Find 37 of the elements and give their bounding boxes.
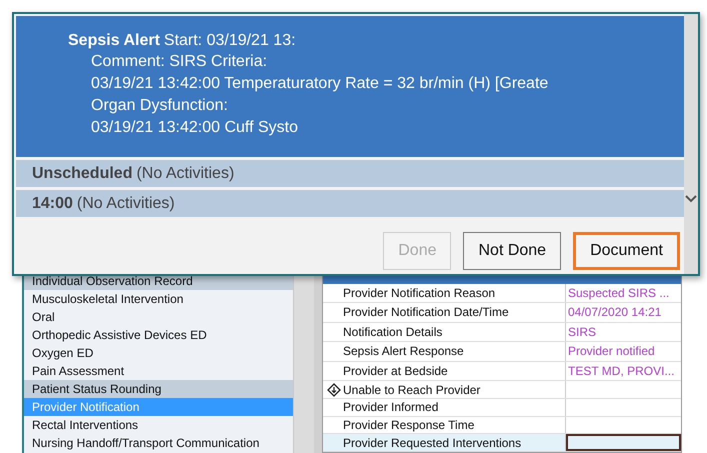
field-label: Provider at Bedside — [342, 364, 448, 378]
field-label: Provider Requested Interventions — [342, 436, 522, 450]
list-item[interactable]: Nursing Handoff/Transport Communication — [24, 434, 293, 452]
field-label: Provider Response Time — [342, 418, 474, 432]
section-note: (No Activities) — [136, 164, 234, 182]
chevron-down-icon[interactable] — [684, 194, 698, 204]
alert-line: 03/19/21 13:42:00 Cuff Systo — [90, 118, 299, 138]
list-item[interactable]: Orthopedic Assistive Devices ED — [24, 326, 293, 344]
list-item[interactable]: Oxygen ED — [24, 344, 293, 362]
list-item[interactable]: Rectal Interventions — [24, 416, 293, 434]
list-item[interactable]: Oral — [24, 308, 293, 326]
field-label: Provider Informed — [342, 400, 438, 414]
value-cell[interactable] — [566, 434, 681, 452]
scrollbar[interactable] — [684, 14, 698, 274]
list-item[interactable]: Pain Assessment — [24, 362, 293, 380]
section-note: (No Activities) — [76, 194, 175, 212]
field-label: Unable to Reach Provider — [343, 382, 480, 396]
alert-line: Comment: SIRS Criteria: — [90, 52, 268, 72]
alert-start: Start: 03/19/21 13: — [164, 32, 296, 50]
dialog-button[interactable]: Not Done — [463, 232, 562, 270]
value-cell[interactable]: SIRS — [566, 322, 681, 342]
value-cell[interactable]: TEST MD, PROVI... — [566, 362, 681, 380]
field-label: Provider Notification Date/Time — [342, 305, 509, 320]
alert-title: Sepsis Alert — [68, 32, 160, 50]
section-time: Unscheduled — [32, 164, 132, 182]
field-label: Sepsis Alert Response — [342, 344, 464, 358]
value-cell[interactable]: 04/07/2020 14:21 — [566, 303, 681, 322]
value-cell[interactable]: Provider notified — [566, 342, 681, 361]
field-label: Provider Notification Reason — [342, 286, 496, 300]
list-item[interactable]: Musculoskeletal Intervention — [24, 290, 293, 308]
dialog-button[interactable]: Document — [573, 232, 680, 270]
alert-line: 03/19/21 13:42:00 Temperaturatory Rate = 32 br/min (H) [Greate — [90, 74, 550, 94]
field-label: Notification Details — [342, 324, 442, 339]
alert-line: Organ Dysfunction: — [90, 96, 229, 116]
section-time: 14:00 — [32, 194, 73, 212]
list-item[interactable]: Patient Status Rounding — [24, 380, 293, 398]
value-cell[interactable]: Suspected SIRS ... — [566, 284, 681, 302]
